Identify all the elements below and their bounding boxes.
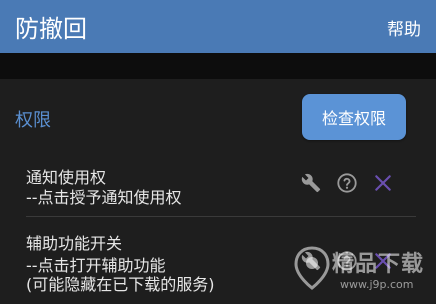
watermark-logo-icon [294,246,330,290]
wrench-icon[interactable] [300,172,322,194]
app-bar: 防撤回 帮助 [0,0,436,53]
check-permissions-button[interactable]: 检查权限 [302,94,406,140]
app-title: 防撤回 [15,15,87,43]
watermark: 精品下载 www.j9p.com [292,242,436,304]
help-button[interactable]: 帮助 [387,15,421,40]
permission-notification-access[interactable]: 通知使用权 --点击授予通知使用权 [0,160,436,216]
close-icon[interactable] [372,172,394,194]
toolbar-shadow [0,53,436,79]
watermark-url: www.j9p.com [340,278,414,291]
permission-description: --点击授予通知使用权 [26,188,182,207]
divider [26,216,416,217]
watermark-text: 精品下载 [332,252,425,277]
section-title-permissions: 权限 [15,110,51,131]
help-circle-icon[interactable] [336,172,358,194]
permission-description-note: (可能隐藏在已下载的服务) [26,275,215,294]
permission-description: --点击打开辅助功能 [26,256,166,275]
permission-actions [300,172,394,194]
permission-name: 辅助功能开关 [26,234,123,253]
check-permissions-button-label: 检查权限 [321,109,386,128]
permission-name: 通知使用权 [26,168,107,187]
